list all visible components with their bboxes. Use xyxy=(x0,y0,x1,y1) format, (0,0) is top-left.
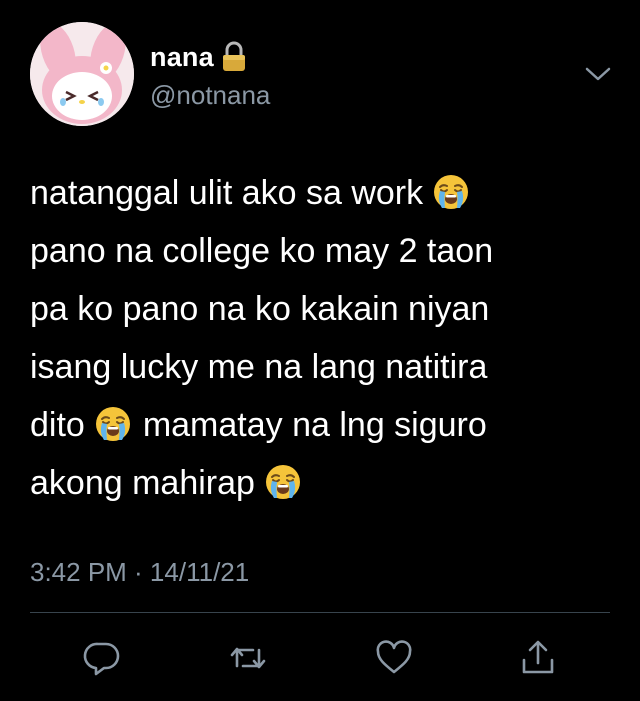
retweet-icon xyxy=(230,647,266,669)
tweet-actions xyxy=(0,632,640,682)
user-handle[interactable]: @notnana xyxy=(150,80,270,111)
reply-icon xyxy=(83,642,120,676)
divider xyxy=(30,612,610,613)
my-melody-avatar-icon xyxy=(30,22,134,126)
tweet-line-text: natanggal ulit ako sa work xyxy=(30,174,424,212)
tweet-line: pano na college ko may 2 taon xyxy=(30,222,620,280)
share-button[interactable] xyxy=(516,636,560,680)
retweet-button[interactable] xyxy=(226,636,270,680)
tweet-line: natanggal ulit ako sa work xyxy=(30,164,620,222)
chevron-down-icon[interactable] xyxy=(584,64,612,84)
tweet-line: pa ko pano na ko kakain niyan xyxy=(30,280,620,338)
tweet-line-text: pa ko pano na ko kakain niyan xyxy=(30,290,490,328)
tweet-line-text: mamatay na lng siguro xyxy=(142,406,487,444)
tweet-line: dito mamatay na lng siguro xyxy=(30,396,620,454)
tweet-detail: nana @notnana natanggal ulit ako sa work… xyxy=(0,0,640,701)
tweet-text: natanggal ulit ako sa work pano na colle… xyxy=(30,164,620,512)
avatar[interactable] xyxy=(30,22,134,126)
display-name-row: nana xyxy=(150,40,248,74)
tweet-line: isang lucky me na lang natitira xyxy=(30,338,620,396)
tweet-line-text: pano na college ko may 2 taon xyxy=(30,232,494,270)
loudly-crying-face-icon xyxy=(433,170,469,209)
lock-icon xyxy=(220,41,248,73)
display-name[interactable]: nana xyxy=(150,42,214,73)
reply-button[interactable] xyxy=(80,636,124,680)
like-button[interactable] xyxy=(372,636,416,680)
tweet-timestamp[interactable]: 3:42 PM · 14/11/21 xyxy=(30,557,249,588)
heart-icon xyxy=(376,640,412,674)
share-icon xyxy=(522,640,554,674)
loudly-crying-face-icon xyxy=(265,460,301,499)
tweet-line-text: dito xyxy=(30,406,85,444)
tweet-line-text: isang lucky me na lang natitira xyxy=(30,348,488,386)
loudly-crying-face-icon xyxy=(95,402,131,441)
tweet-line: akong mahirap xyxy=(30,454,620,512)
tweet-line-text: akong mahirap xyxy=(30,464,255,502)
